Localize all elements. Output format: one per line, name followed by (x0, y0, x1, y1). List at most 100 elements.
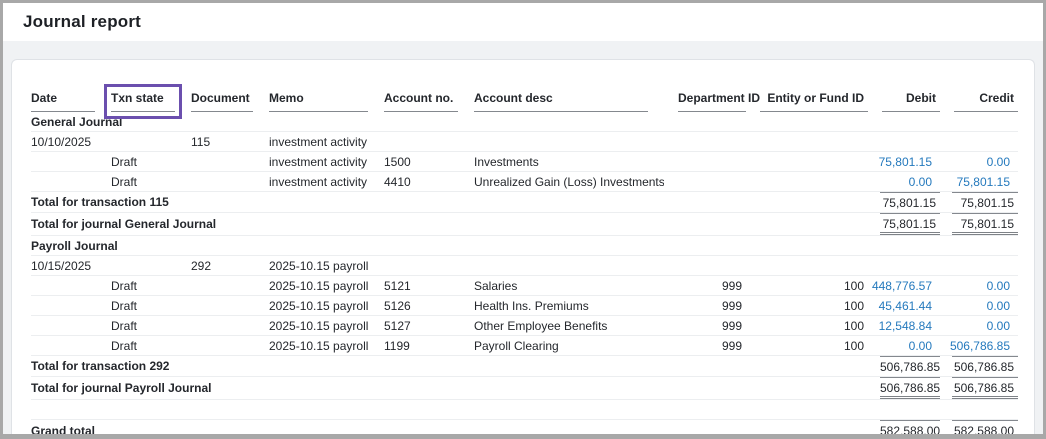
app-window: Journal report DateTxn stateDocumentMemo… (0, 0, 1046, 439)
column-header-label: Account no. (384, 88, 458, 112)
cell-department-id (664, 132, 746, 152)
cell-account-desc: Health Ins. Premiums (474, 296, 664, 316)
cell-account-desc: Unrealized Gain (Loss) Investments (474, 172, 664, 192)
cell-account-desc: Salaries (474, 276, 664, 296)
cell-department-id: 999 (664, 276, 746, 296)
cell-document (191, 172, 269, 192)
debit-amount-link[interactable]: 75,801.15 (868, 155, 936, 169)
column-header-label: Date (31, 88, 95, 112)
total-credit-cell: 506,786.85 (940, 356, 1018, 377)
cell-entity-or-fund-id: 100 (746, 316, 868, 336)
debit-amount-link[interactable]: 45,461.44 (868, 299, 936, 313)
cell-txn-state (111, 132, 191, 152)
txn-row: 10/10/2025115investment activity (31, 132, 1018, 152)
journal-section-label: General Journal (31, 112, 1018, 132)
cell-account-no: 5126 (384, 296, 474, 316)
cell-department-id (664, 256, 746, 276)
cell-memo: 2025-10.15 payroll (269, 336, 384, 356)
debit-amount-link[interactable]: 448,776.57 (868, 279, 936, 293)
cell-department-id: 999 (664, 316, 746, 336)
credit-amount-link[interactable]: 75,801.15 (940, 175, 1014, 189)
total-label: Total for journal Payroll Journal (31, 377, 868, 400)
cell-account-desc: Payroll Clearing (474, 336, 664, 356)
cell-account-no (384, 132, 474, 152)
cell-debit: 0.00 (868, 336, 940, 356)
total-row: Total for journal General Journal75,801.… (31, 213, 1018, 236)
total-debit-amount: 506,786.85 (880, 377, 940, 399)
cell-txn-state: Draft (111, 276, 191, 296)
column-header-account-desc: Account desc (474, 88, 664, 112)
cell-credit: 0.00 (940, 316, 1018, 336)
detail-row: Draft 2025-10.15 payroll5126Health Ins. P… (31, 296, 1018, 316)
cell-credit: 0.00 (940, 296, 1018, 316)
total-row: Total for journal Payroll Journal 506,786… (31, 377, 1018, 400)
total-credit-amount: 582,588.00 (952, 420, 1018, 434)
credit-amount-link[interactable]: 0.00 (940, 299, 1014, 313)
detail-row: Draft2025-10.15 payroll5121Salaries99910… (31, 276, 1018, 296)
cell-entity-or-fund-id (746, 132, 868, 152)
cell-document: 292 (191, 256, 269, 276)
column-header-label: Document (191, 88, 253, 112)
debit-amount-link[interactable]: 12,548.84 (868, 319, 936, 333)
total-credit-cell: 75,801.15 (940, 213, 1018, 236)
total-credit-cell: 582,588.00 (940, 420, 1018, 435)
cell-date (31, 172, 111, 192)
column-header-account-no: Account no. (384, 88, 474, 112)
report-card: DateTxn stateDocumentMemoAccount no.Acco… (11, 59, 1035, 434)
cell-entity-or-fund-id (746, 152, 868, 172)
cell-department-id: 999 (664, 296, 746, 316)
credit-amount-link[interactable]: 0.00 (940, 155, 1014, 169)
detail-row: Draftinvestment activity4410Unrealized G… (31, 172, 1018, 192)
cell-credit: 0.00 (940, 152, 1018, 172)
page-body: DateTxn stateDocumentMemoAccount no.Acco… (3, 41, 1043, 434)
cell-txn-state: Draft (111, 152, 191, 172)
cell-txn-state (111, 256, 191, 276)
credit-amount-link[interactable]: 0.00 (940, 279, 1014, 293)
credit-amount-link[interactable]: 506,786.85 (940, 339, 1014, 353)
cell-debit (868, 256, 940, 276)
total-credit-amount: 75,801.15 (952, 213, 1018, 235)
cell-document (191, 152, 269, 172)
cell-entity-or-fund-id (746, 172, 868, 192)
cell-account-desc (474, 256, 664, 276)
cell-credit: 75,801.15 (940, 172, 1018, 192)
cell-memo: investment activity (269, 152, 384, 172)
column-header-label: Credit (954, 88, 1018, 112)
total-credit-amount: 506,786.85 (952, 377, 1018, 399)
cell-account-no (384, 256, 474, 276)
cell-memo: investment activity (269, 172, 384, 192)
cell-date: 10/10/2025 (31, 132, 111, 152)
total-debit-amount: 506,786.85 (880, 356, 940, 376)
journal-section-label: Payroll Journal (31, 236, 1018, 256)
cell-document (191, 296, 269, 316)
cell-txn-state: Draft (111, 296, 191, 316)
total-debit-cell: 75,801.15 (868, 192, 940, 213)
section-row: General Journal (31, 112, 1018, 132)
cell-date (31, 276, 111, 296)
spacer-cell (31, 400, 1018, 420)
cell-txn-state: Draft (111, 336, 191, 356)
cell-date (31, 316, 111, 336)
cell-debit: 45,461.44 (868, 296, 940, 316)
debit-amount-link[interactable]: 0.00 (868, 175, 936, 189)
total-row: Grand total582,588.00582,588.00 (31, 420, 1018, 435)
page-title: Journal report (23, 12, 141, 32)
cell-debit: 0.00 (868, 172, 940, 192)
column-header-department-id: Department ID (664, 88, 746, 112)
total-label: Total for transaction 292 (31, 356, 868, 377)
column-header-debit: Debit (868, 88, 940, 112)
column-header-document: Document (191, 88, 269, 112)
cell-memo: 2025-10.15 payroll (269, 296, 384, 316)
cell-account-no: 1199 (384, 336, 474, 356)
column-header-entity-or-fund-id: Entity or Fund ID (746, 88, 868, 112)
cell-date (31, 152, 111, 172)
cell-date (31, 336, 111, 356)
cell-debit: 75,801.15 (868, 152, 940, 172)
cell-txn-state: Draft (111, 316, 191, 336)
detail-row: Draft2025-10.15 payroll5127Other Employe… (31, 316, 1018, 336)
cell-date: 10/15/2025 (31, 256, 111, 276)
credit-amount-link[interactable]: 0.00 (940, 319, 1014, 333)
cell-entity-or-fund-id: 100 (746, 336, 868, 356)
total-debit-amount: 75,801.15 (880, 192, 940, 212)
debit-amount-link[interactable]: 0.00 (868, 339, 936, 353)
